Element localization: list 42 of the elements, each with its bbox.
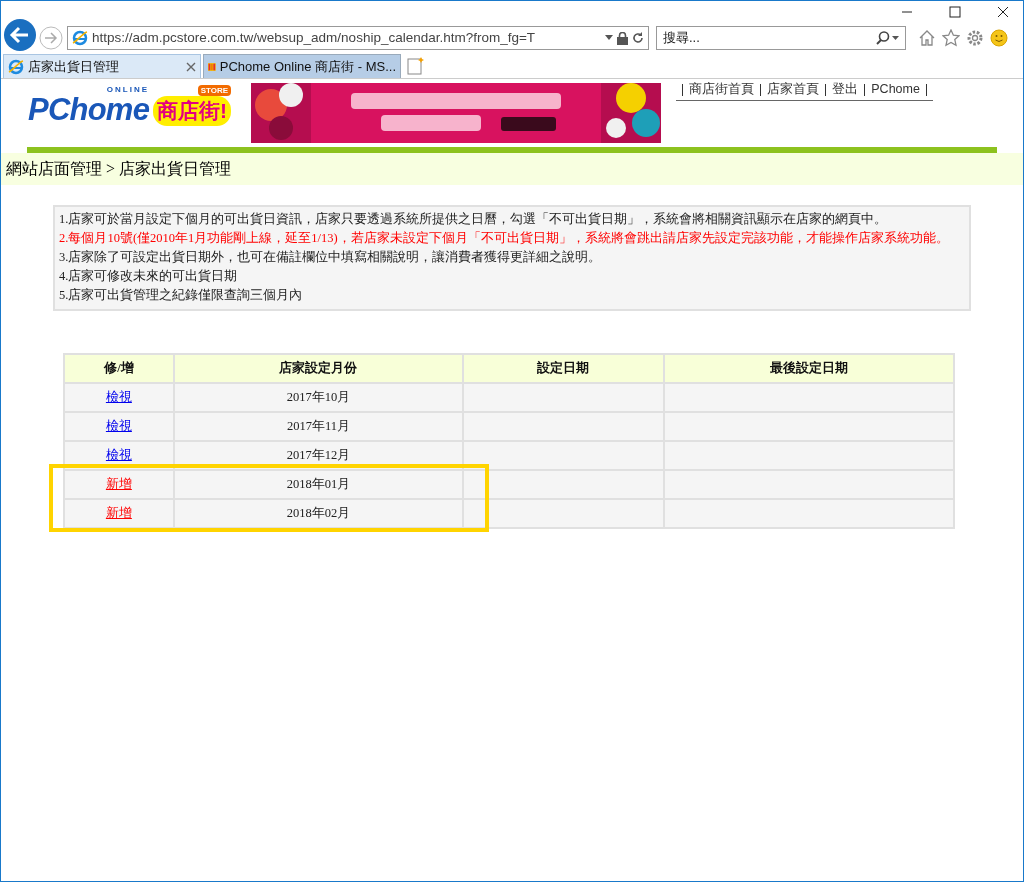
home-icon[interactable]	[918, 29, 936, 47]
close-icon[interactable]	[997, 6, 1009, 18]
ie-icon	[72, 30, 88, 46]
action-link[interactable]: 新增	[105, 506, 132, 521]
column-header: 設定日期	[463, 354, 664, 383]
note-text: 4.店家可修改未來的可出貨日期	[59, 268, 239, 285]
browser-tab[interactable]: 店家出貨日管理	[3, 54, 201, 78]
note-text: 2.每個月10號(僅2010年1月功能剛上線，延至1/13)，若店家未設定下個月「不可出貨日期」，系統將會跳出請店家先設定完該功能，才能操作店家系統功能。	[59, 230, 950, 247]
search-field[interactable]: 搜尋...	[656, 26, 906, 50]
column-header: 店家設定月份	[173, 354, 464, 383]
address-bar[interactable]: https://adm.pcstore.com.tw/websup_adm/noship_calendar.htm?from_fg=T	[67, 26, 649, 50]
action-link[interactable]: 檢視	[105, 419, 132, 434]
back-icon[interactable]	[3, 18, 37, 52]
breadcrumb: 網站店面管理 > 店家出貨日管理	[6, 159, 232, 179]
action-link[interactable]: 檢視	[105, 390, 132, 405]
url-text: https://adm.pcstore.com.tw/websup_adm/noship_calendar.htm?from_fg=T	[92, 28, 537, 47]
dropdown-icon[interactable]	[605, 35, 613, 41]
star-icon[interactable]	[942, 29, 960, 47]
header-link[interactable]: 商店街首頁	[688, 80, 756, 99]
column-header: 最後設定日期	[663, 354, 954, 383]
column-header: 修/增	[64, 354, 174, 383]
action-link[interactable]: 新增	[105, 477, 132, 492]
refresh-icon[interactable]	[632, 32, 644, 44]
header-link[interactable]: 店家首頁	[766, 80, 821, 99]
logo-wordmark[interactable]: PChome	[28, 94, 152, 126]
store-logo-label[interactable]: 商店街!	[153, 96, 232, 126]
maximize-icon[interactable]	[949, 6, 961, 18]
note-text: 5.店家可出貨管理之紀錄僅限查詢三個月內	[59, 287, 304, 304]
logo-tagline: ONLINE	[106, 85, 151, 94]
note-text: 1.店家可於當月設定下個月的可出貨日資訊，店家只要透過系統所提供之日曆，勾選「不可出貨日期」，系統會將相關資訊顯示在店家的網頁中。	[59, 211, 889, 228]
smiley-icon[interactable]	[990, 29, 1008, 47]
note-text: 3.店家除了可設定出貨日期外，也可在備註欄位中填寫相關說明，讓消費者獲得更詳細之說明。	[59, 249, 603, 266]
store-badge: STORE	[197, 85, 232, 96]
ie-icon	[8, 58, 24, 75]
browser-tab[interactable]: PChome Online 商店街 - MS...	[203, 54, 401, 78]
header-link[interactable]: 登出	[831, 80, 860, 99]
search-icon[interactable]	[875, 31, 899, 45]
action-link[interactable]: 檢視	[105, 448, 132, 463]
table-cell: 2018年02月	[173, 499, 464, 528]
settings-icon[interactable]	[966, 29, 984, 47]
lock-icon	[617, 31, 628, 45]
header-link[interactable]: PChome	[870, 80, 921, 99]
